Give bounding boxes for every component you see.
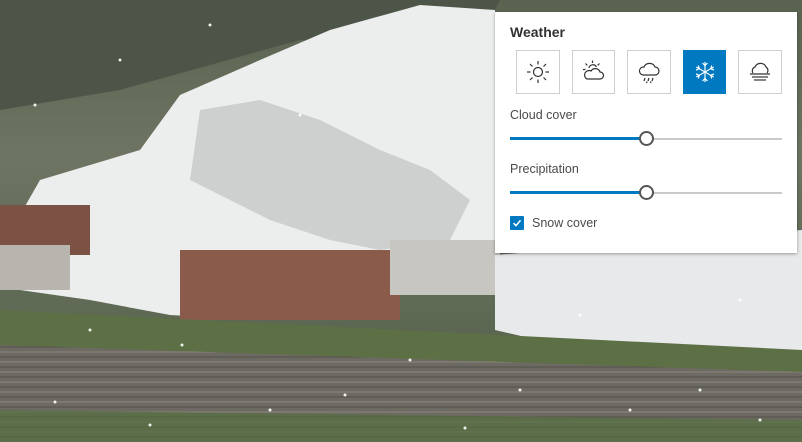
- rainy-icon: [638, 62, 660, 84]
- snow-cover-label: Snow cover: [532, 216, 598, 230]
- snowy-icon: [695, 62, 714, 82]
- foggy-button[interactable]: [738, 50, 782, 94]
- cloud-cover-thumb[interactable]: [639, 131, 654, 146]
- sunny-icon: [526, 61, 549, 83]
- cloud-cover-label: Cloud cover: [510, 108, 577, 122]
- cloudy-button[interactable]: [571, 50, 616, 94]
- precipitation-slider[interactable]: [510, 182, 782, 204]
- rainy-button[interactable]: [627, 50, 671, 94]
- cloud-cover-slider[interactable]: [510, 128, 782, 150]
- weather-panel-title: Weather: [510, 24, 565, 40]
- snow-cover-row[interactable]: Snow cover: [510, 216, 782, 230]
- precipitation-thumb[interactable]: [639, 185, 654, 200]
- foggy-icon: [750, 62, 771, 81]
- sunny-button[interactable]: [516, 50, 560, 94]
- snowy-button[interactable]: [682, 50, 727, 94]
- snow-cover-checkbox[interactable]: [510, 216, 524, 230]
- precipitation-label: Precipitation: [510, 162, 579, 176]
- cloudy-icon: [583, 60, 605, 80]
- precipitation-fill: [510, 191, 646, 194]
- weather-presets: [516, 50, 782, 94]
- cloud-cover-fill: [510, 137, 646, 140]
- checkmark-icon: [512, 219, 522, 227]
- weather-panel: Weather Cloud cover Precipitation Snow c…: [495, 12, 797, 253]
